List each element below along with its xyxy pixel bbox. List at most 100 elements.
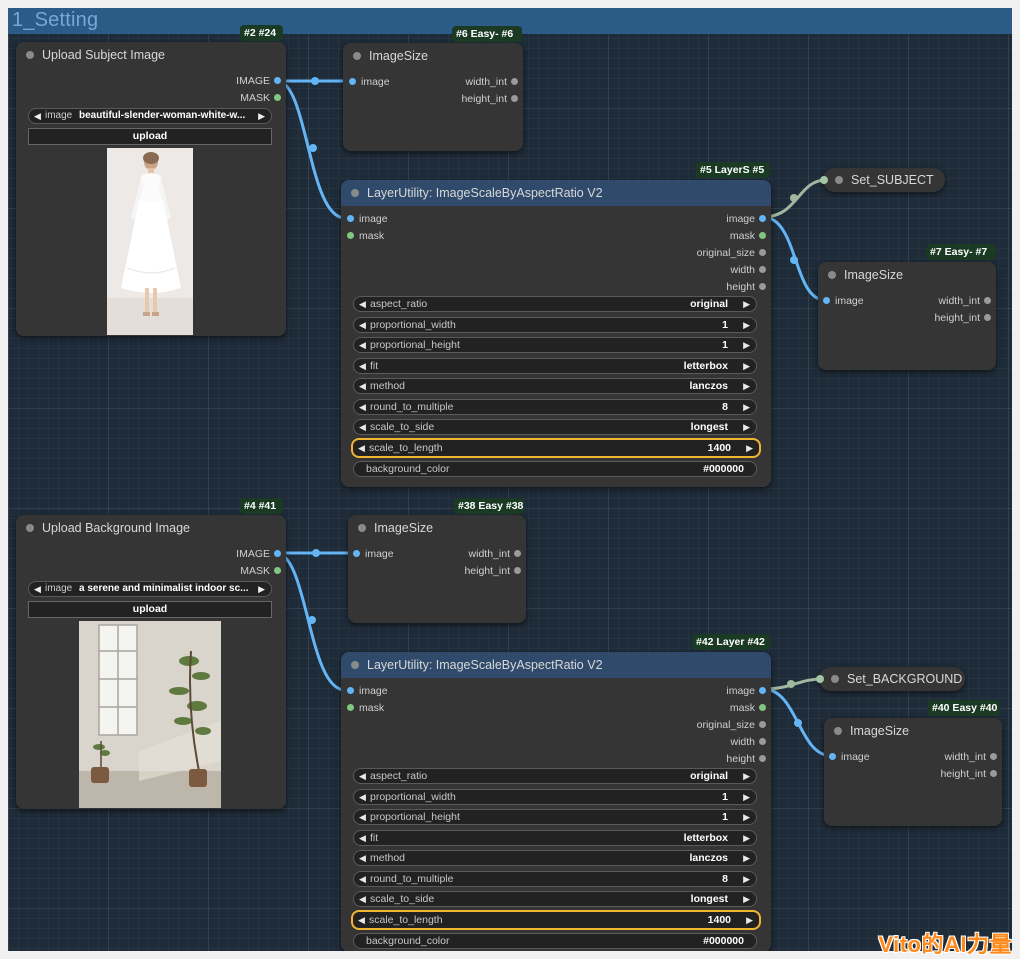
arrow-right-icon[interactable]: ▶: [743, 338, 750, 352]
arrow-right-icon[interactable]: ▶: [743, 769, 750, 783]
widget-round-to-multiple[interactable]: ◀ round_to_multiple 8 ▶: [353, 399, 757, 415]
input-mask-pin[interactable]: [347, 232, 354, 239]
output-original-size-pin[interactable]: [759, 249, 766, 256]
output-mask-pin[interactable]: [274, 94, 281, 101]
arrow-left-icon[interactable]: ◀: [359, 851, 366, 865]
output-height-int-pin[interactable]: [990, 770, 997, 777]
node-title[interactable]: LayerUtility: ImageScaleByAspectRatio V2: [341, 180, 771, 206]
widget-aspect-ratio[interactable]: ◀ aspect_ratio original ▶: [353, 296, 757, 312]
arrow-right-icon[interactable]: ▶: [743, 318, 750, 332]
arrow-left-icon[interactable]: ◀: [359, 297, 366, 311]
output-height-int-pin[interactable]: [984, 314, 991, 321]
arrow-right-icon[interactable]: ▶: [743, 851, 750, 865]
output-image-pin[interactable]: [274, 550, 281, 557]
collapse-dot-icon[interactable]: [358, 524, 366, 532]
output-height-pin[interactable]: [759, 283, 766, 290]
arrow-right-icon[interactable]: ▶: [743, 359, 750, 373]
widget-background-color[interactable]: background_color #000000: [353, 933, 757, 949]
node-image-scale-by-aspect-ratio-5[interactable]: LayerUtility: ImageScaleByAspectRatio V2…: [341, 180, 771, 487]
input-image-pin[interactable]: [353, 550, 360, 557]
node-title[interactable]: LayerUtility: ImageScaleByAspectRatio V2: [341, 652, 771, 678]
arrow-right-icon[interactable]: ▶: [743, 831, 750, 845]
node-title[interactable]: Upload Background Image: [16, 515, 286, 541]
output-width-pin[interactable]: [759, 266, 766, 273]
arrow-right-icon[interactable]: ▶: [258, 582, 265, 596]
node-set-background[interactable]: Set_BACKGROUND: [816, 667, 965, 691]
arrow-left-icon[interactable]: ◀: [359, 810, 366, 824]
arrow-left-icon[interactable]: ◀: [359, 420, 366, 434]
output-width-int-pin[interactable]: [514, 550, 521, 557]
output-height-int-pin[interactable]: [511, 95, 518, 102]
input-image-pin[interactable]: [823, 297, 830, 304]
arrow-right-icon[interactable]: ▶: [743, 892, 750, 906]
node-imagesize-6[interactable]: ImageSize image width_int height_int: [343, 43, 523, 151]
collapse-dot-icon[interactable]: [835, 176, 843, 184]
collapse-dot-icon[interactable]: [828, 271, 836, 279]
arrow-right-icon[interactable]: ▶: [743, 810, 750, 824]
node-title[interactable]: ImageSize: [343, 43, 523, 69]
arrow-left-icon[interactable]: ◀: [359, 338, 366, 352]
widget-proportional-height[interactable]: ◀ proportional_height 1 ▶: [353, 337, 757, 353]
input-image-pin[interactable]: [349, 78, 356, 85]
input-image-pin[interactable]: [829, 753, 836, 760]
output-original-size-pin[interactable]: [759, 721, 766, 728]
node-upload-background-image[interactable]: Upload Background Image IMAGE MASK ◀ ima…: [16, 515, 286, 809]
node-image-scale-by-aspect-ratio-42[interactable]: LayerUtility: ImageScaleByAspectRatio V2…: [341, 652, 771, 951]
widget-scale-to-side[interactable]: ◀ scale_to_side longest ▶: [353, 419, 757, 435]
arrow-left-icon[interactable]: ◀: [359, 872, 366, 886]
widget-proportional-width[interactable]: ◀ proportional_width 1 ▶: [353, 789, 757, 805]
widget-fit[interactable]: ◀ fit letterbox ▶: [353, 830, 757, 846]
arrow-left-icon[interactable]: ◀: [359, 790, 366, 804]
node-set-subject[interactable]: Set_SUBJECT: [820, 168, 945, 192]
output-width-pin[interactable]: [759, 738, 766, 745]
output-mask-pin[interactable]: [274, 567, 281, 574]
widget-background-color[interactable]: background_color #000000: [353, 461, 757, 477]
upload-button[interactable]: upload: [28, 128, 272, 145]
node-title[interactable]: Upload Subject Image: [16, 42, 286, 68]
widget-method[interactable]: ◀ method lanczos ▶: [353, 378, 757, 394]
arrow-left-icon[interactable]: ◀: [358, 441, 365, 455]
arrow-left-icon[interactable]: ◀: [359, 359, 366, 373]
widget-round-to-multiple[interactable]: ◀ round_to_multiple 8 ▶: [353, 871, 757, 887]
arrow-left-icon[interactable]: ◀: [34, 109, 41, 123]
widget-aspect-ratio[interactable]: ◀ aspect_ratio original ▶: [353, 768, 757, 784]
node-imagesize-40[interactable]: ImageSize image width_int height_int: [824, 718, 1002, 826]
input-pin[interactable]: [816, 675, 824, 683]
collapse-dot-icon[interactable]: [351, 661, 359, 669]
input-image-pin[interactable]: [347, 215, 354, 222]
upload-button[interactable]: upload: [28, 601, 272, 618]
output-width-int-pin[interactable]: [984, 297, 991, 304]
collapse-dot-icon[interactable]: [26, 524, 34, 532]
node-title[interactable]: ImageSize: [348, 515, 526, 541]
arrow-right-icon[interactable]: ▶: [743, 400, 750, 414]
collapse-dot-icon[interactable]: [351, 189, 359, 197]
collapse-dot-icon[interactable]: [834, 727, 842, 735]
arrow-left-icon[interactable]: ◀: [359, 892, 366, 906]
arrow-left-icon[interactable]: ◀: [359, 400, 366, 414]
node-imagesize-7[interactable]: ImageSize image width_int height_int: [818, 262, 996, 370]
image-combo-widget[interactable]: ◀ image beautiful-slender-woman-white-w.…: [28, 108, 272, 124]
arrow-left-icon[interactable]: ◀: [359, 318, 366, 332]
arrow-left-icon[interactable]: ◀: [359, 769, 366, 783]
arrow-left-icon[interactable]: ◀: [359, 379, 366, 393]
input-image-pin[interactable]: [347, 687, 354, 694]
output-width-int-pin[interactable]: [990, 753, 997, 760]
output-mask-pin[interactable]: [759, 232, 766, 239]
arrow-right-icon[interactable]: ▶: [743, 790, 750, 804]
arrow-right-icon[interactable]: ▶: [258, 109, 265, 123]
widget-scale-to-side[interactable]: ◀ scale_to_side longest ▶: [353, 891, 757, 907]
widget-method[interactable]: ◀ method lanczos ▶: [353, 850, 757, 866]
arrow-right-icon[interactable]: ▶: [746, 913, 753, 927]
collapse-dot-icon[interactable]: [831, 675, 839, 683]
input-pin[interactable]: [820, 176, 828, 184]
output-width-int-pin[interactable]: [511, 78, 518, 85]
node-graph-canvas[interactable]: 1_Setting Upload Subject Image IMAGE MAS…: [8, 8, 1012, 951]
arrow-left-icon[interactable]: ◀: [359, 831, 366, 845]
widget-proportional-width[interactable]: ◀ proportional_width 1 ▶: [353, 317, 757, 333]
node-imagesize-38[interactable]: ImageSize image width_int height_int: [348, 515, 526, 623]
output-image-pin[interactable]: [274, 77, 281, 84]
output-image-pin[interactable]: [759, 215, 766, 222]
node-title[interactable]: ImageSize: [824, 718, 1002, 744]
input-mask-pin[interactable]: [347, 704, 354, 711]
collapse-dot-icon[interactable]: [26, 51, 34, 59]
